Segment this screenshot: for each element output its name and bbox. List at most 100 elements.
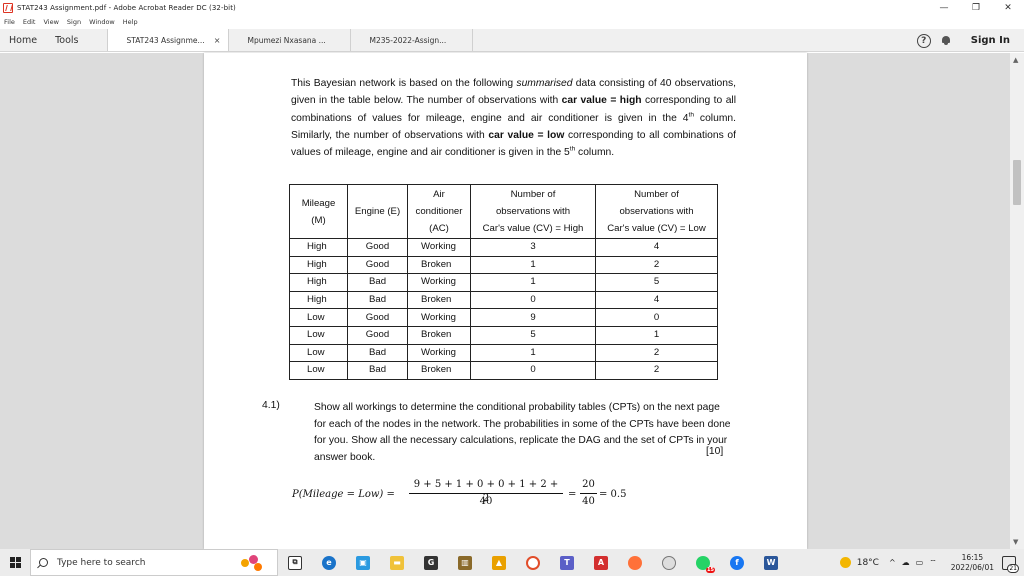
vlc-icon[interactable]: ▲	[492, 555, 506, 570]
help-icon[interactable]: ?	[916, 33, 931, 48]
window-title: STAT243 Assignment.pdf - Adobe Acrobat R…	[17, 3, 236, 12]
header-air-conditioner: Air conditioner (AC)	[407, 184, 471, 239]
cloud-icon[interactable]: ☁	[902, 558, 910, 567]
fraction-numerator: 20	[582, 479, 595, 490]
cell-count-low: 1	[595, 325, 718, 345]
store-icon[interactable]: ▣	[356, 555, 370, 570]
cell-count-low: 4	[595, 290, 718, 310]
cell-count-low: 5	[595, 273, 718, 292]
cell-engine: Bad	[347, 361, 408, 380]
chrome-icon[interactable]	[526, 555, 540, 570]
archive-app-icon[interactable]: ▥	[458, 555, 472, 570]
cell-ac: Broken	[407, 255, 471, 275]
cell-mileage: High	[289, 273, 348, 292]
menu-edit[interactable]: Edit	[23, 18, 36, 26]
fraction-numerator: 9 + 5 + 1 + 0 + 0 + 1 + 2 + 2	[413, 479, 559, 504]
acrobat-icon	[3, 2, 13, 13]
notification-center-icon[interactable]: 21	[1002, 555, 1019, 573]
file-explorer-icon[interactable]: ▬	[390, 555, 404, 570]
cell-engine: Bad	[347, 273, 408, 292]
cell-count-high: 1	[470, 255, 596, 275]
document-viewer[interactable]: This Bayesian network is based on the fo…	[0, 53, 1024, 549]
tab-tools[interactable]: Tools	[46, 29, 87, 51]
table-row: High Bad Working 1 5	[289, 273, 718, 292]
table-row: Low Good Broken 5 1	[289, 325, 718, 345]
table-row: Low Bad Broken 0 2	[289, 361, 718, 380]
cell-ac: Broken	[407, 361, 471, 380]
app-icon[interactable]	[662, 555, 676, 570]
doc-tab-label: STAT243 Assignme...	[126, 35, 205, 45]
scroll-down-arrow-icon[interactable]: ▼	[1013, 538, 1018, 546]
cell-count-low: 4	[595, 238, 718, 257]
weather-temp[interactable]: 18°C	[857, 558, 879, 568]
formula-lhs: P(Mileage = Low) =	[292, 489, 395, 500]
header-mileage: Mileage (M)	[289, 184, 348, 239]
cell-engine: Good	[347, 238, 408, 257]
cell-count-low: 0	[595, 308, 718, 327]
notification-bell-icon[interactable]	[941, 35, 951, 46]
cell-engine: Good	[347, 325, 408, 345]
clock-time: 16:15	[961, 552, 984, 562]
intro-paragraph: This Bayesian network is based on the fo…	[291, 78, 737, 159]
menu-window[interactable]: Window	[89, 18, 115, 26]
taskbar-search[interactable]: Type here to search	[30, 549, 278, 576]
table-row: Low Bad Working 1 2	[289, 343, 718, 363]
pdf-page: This Bayesian network is based on the fo…	[204, 53, 807, 549]
question-number: 4.1)	[262, 400, 280, 411]
header-count-high: Number of observations with Car's value (C…	[470, 184, 596, 239]
g-app-icon[interactable]: G	[424, 555, 438, 570]
cell-ac: Working	[407, 343, 471, 363]
cell-mileage: Low	[289, 361, 348, 380]
task-view-icon[interactable]: ⧉	[288, 555, 302, 570]
system-tray: 18°C ^ ☁ ▭ ⌔ 16:15 2022/06/01 21	[839, 549, 1024, 576]
maximize-button[interactable]: ❐	[960, 0, 992, 15]
word-icon[interactable]: W	[764, 555, 778, 570]
cell-ac: Working	[407, 308, 471, 327]
battery-icon[interactable]: ▭	[916, 558, 924, 567]
weather-sun-icon[interactable]	[839, 557, 851, 568]
cell-count-low: 2	[595, 343, 718, 363]
menu-view[interactable]: View	[43, 18, 58, 26]
tab-home[interactable]: Home	[0, 29, 46, 51]
unread-badge: 15	[706, 566, 715, 573]
cell-mileage: Low	[289, 325, 348, 345]
doc-tab-label: Mpumezi Nxasana ...	[247, 35, 326, 45]
wifi-icon[interactable]: ⌔	[929, 558, 937, 568]
table-row: High Bad Broken 0 4	[289, 290, 718, 310]
vertical-scrollbar[interactable]: ▲ ▼	[1010, 53, 1024, 549]
menu-file[interactable]: File	[4, 18, 15, 26]
close-tab-icon[interactable]: ×	[214, 36, 221, 45]
scroll-thumb[interactable]	[1013, 160, 1021, 205]
probability-formula: P(Mileage = Low) = 9 + 5 + 1 + 0 + 0 + 1…	[292, 475, 652, 515]
teams-icon[interactable]: T	[560, 555, 574, 570]
search-icon	[39, 558, 48, 567]
tray-chevron-icon[interactable]: ^	[889, 558, 896, 567]
doc-tab-stat243[interactable]: STAT243 Assignme... ×	[107, 29, 230, 51]
cell-ac: Broken	[407, 325, 471, 345]
cell-mileage: High	[289, 238, 348, 257]
cell-count-high: 1	[470, 273, 596, 292]
close-button[interactable]: ✕	[992, 0, 1024, 15]
menu-help[interactable]: Help	[123, 18, 138, 26]
firefox-icon[interactable]	[628, 555, 642, 570]
clock-date: 2022/06/01	[950, 562, 994, 572]
menu-sign[interactable]: Sign	[67, 18, 81, 26]
sign-in-button[interactable]: Sign In	[971, 35, 1010, 46]
whatsapp-icon[interactable]: 15	[696, 555, 715, 573]
doc-tab-m235[interactable]: M235-2022-Assign...	[351, 29, 474, 51]
start-button[interactable]	[0, 549, 30, 576]
cell-engine: Good	[347, 255, 408, 275]
acrobat-taskbar-icon[interactable]: A	[594, 555, 608, 570]
cell-mileage: High	[289, 255, 348, 275]
search-highlight-icon	[239, 553, 267, 573]
minimize-button[interactable]: —	[928, 0, 960, 15]
scroll-up-arrow-icon[interactable]: ▲	[1013, 56, 1018, 64]
cell-mileage: High	[289, 290, 348, 310]
table-row: High Good Broken 1 2	[289, 255, 718, 275]
cell-mileage: Low	[289, 308, 348, 327]
doc-tab-mpumezi[interactable]: Mpumezi Nxasana ...	[229, 29, 352, 51]
formula-fraction-2: 20 40	[580, 478, 597, 509]
taskbar-clock[interactable]: 16:15 2022/06/01	[951, 553, 994, 573]
edge-browser-icon[interactable]: e	[322, 555, 336, 570]
facebook-icon[interactable]: f	[730, 555, 744, 570]
